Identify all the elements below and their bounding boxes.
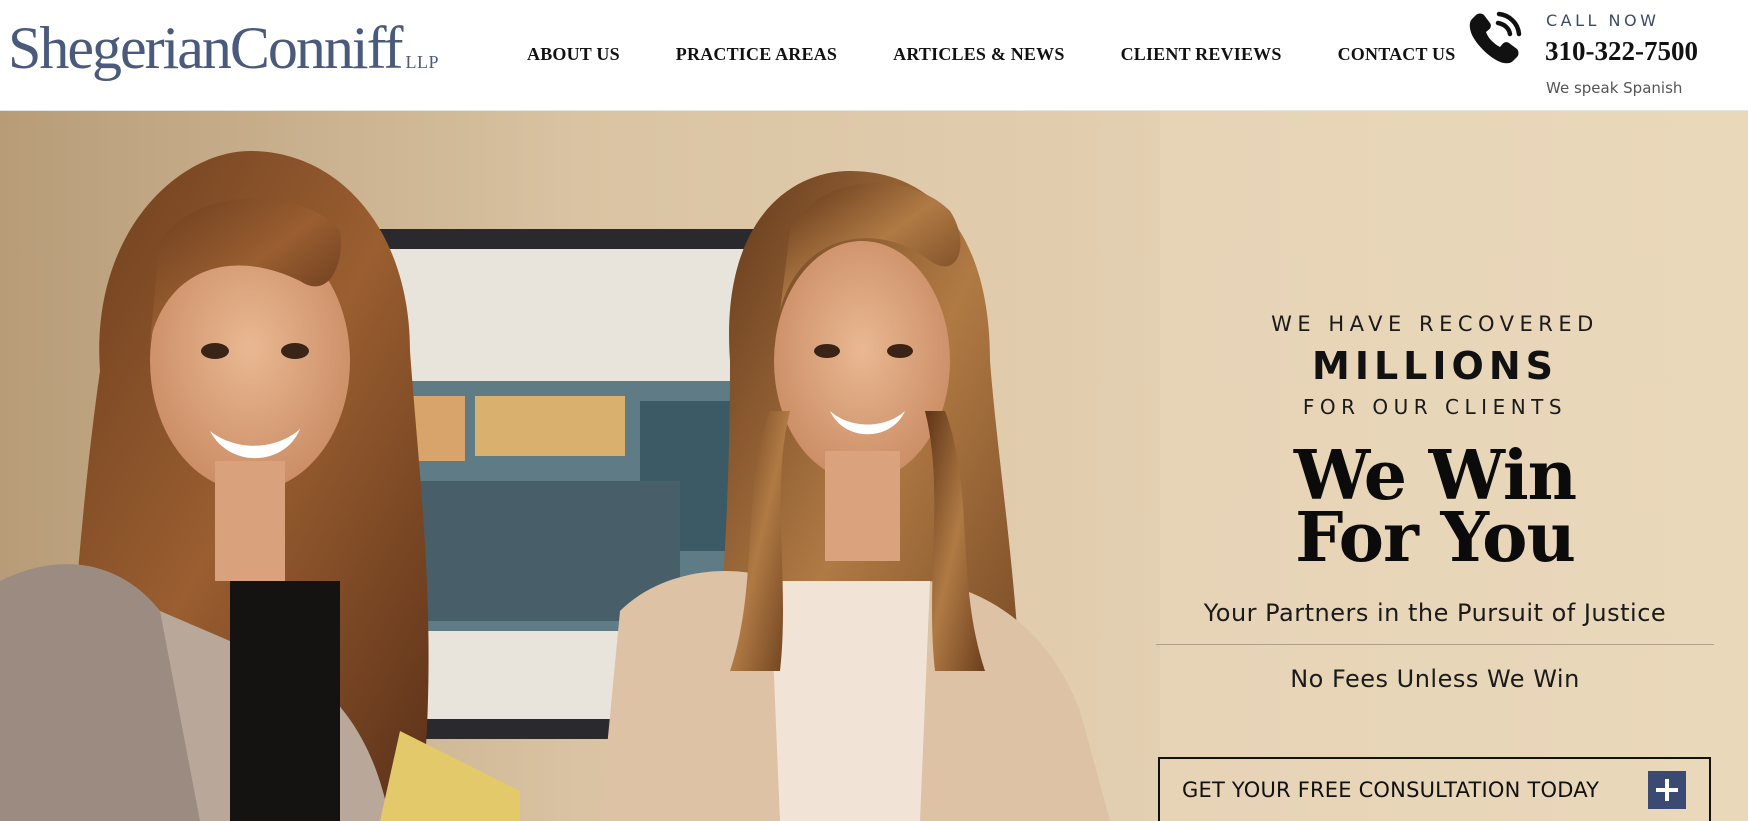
nav-item-about-us[interactable]: ABOUT US	[527, 44, 620, 65]
phone-icon[interactable]	[1468, 9, 1524, 65]
site-logo[interactable]: ShegerianConniff LLP	[8, 18, 439, 78]
nav-item-client-reviews[interactable]: CLIENT REVIEWS	[1121, 44, 1282, 65]
hero-headline: We Win For You	[1155, 442, 1715, 572]
main-nav: ABOUT US PRACTICE AREAS ARTICLES & NEWS …	[527, 0, 1455, 111]
call-now-label: CALL NOW	[1546, 11, 1660, 30]
hero-section: WE HAVE RECOVERED MILLIONS FOR OUR CLIEN…	[0, 111, 1748, 821]
recovered-line-1: WE HAVE RECOVERED	[1271, 312, 1599, 336]
hero-tagline: Your Partners in the Pursuit of Justice	[1203, 599, 1667, 627]
nav-item-contact-us[interactable]: CONTACT US	[1338, 44, 1456, 65]
logo-wordmark: ShegerianConniff	[8, 15, 403, 81]
free-consultation-button[interactable]: GET YOUR FREE CONSULTATION TODAY	[1158, 757, 1711, 821]
hero-divider	[1156, 644, 1714, 645]
site-header: ShegerianConniff LLP ABOUT US PRACTICE AR…	[0, 0, 1748, 111]
cta-label: GET YOUR FREE CONSULTATION TODAY	[1182, 778, 1600, 802]
plus-icon	[1648, 771, 1686, 809]
nav-item-practice-areas[interactable]: PRACTICE AREAS	[676, 44, 837, 65]
logo-suffix: LLP	[405, 52, 439, 72]
phone-number-link[interactable]: 310-322-7500	[1545, 36, 1698, 67]
recovered-line-2: FOR OUR CLIENTS	[1302, 395, 1568, 419]
nav-item-articles-news[interactable]: ARTICLES & NEWS	[893, 44, 1064, 65]
recovered-amount: MILLIONS	[1312, 344, 1558, 388]
headline-line-2: For You	[1295, 498, 1576, 578]
language-note: We speak Spanish	[1546, 79, 1683, 97]
two-attorneys-photo	[0, 111, 1160, 821]
fees-note: No Fees Unless We Win	[1290, 665, 1580, 693]
hero-copy: WE HAVE RECOVERED MILLIONS FOR OUR CLIEN…	[1155, 314, 1715, 693]
